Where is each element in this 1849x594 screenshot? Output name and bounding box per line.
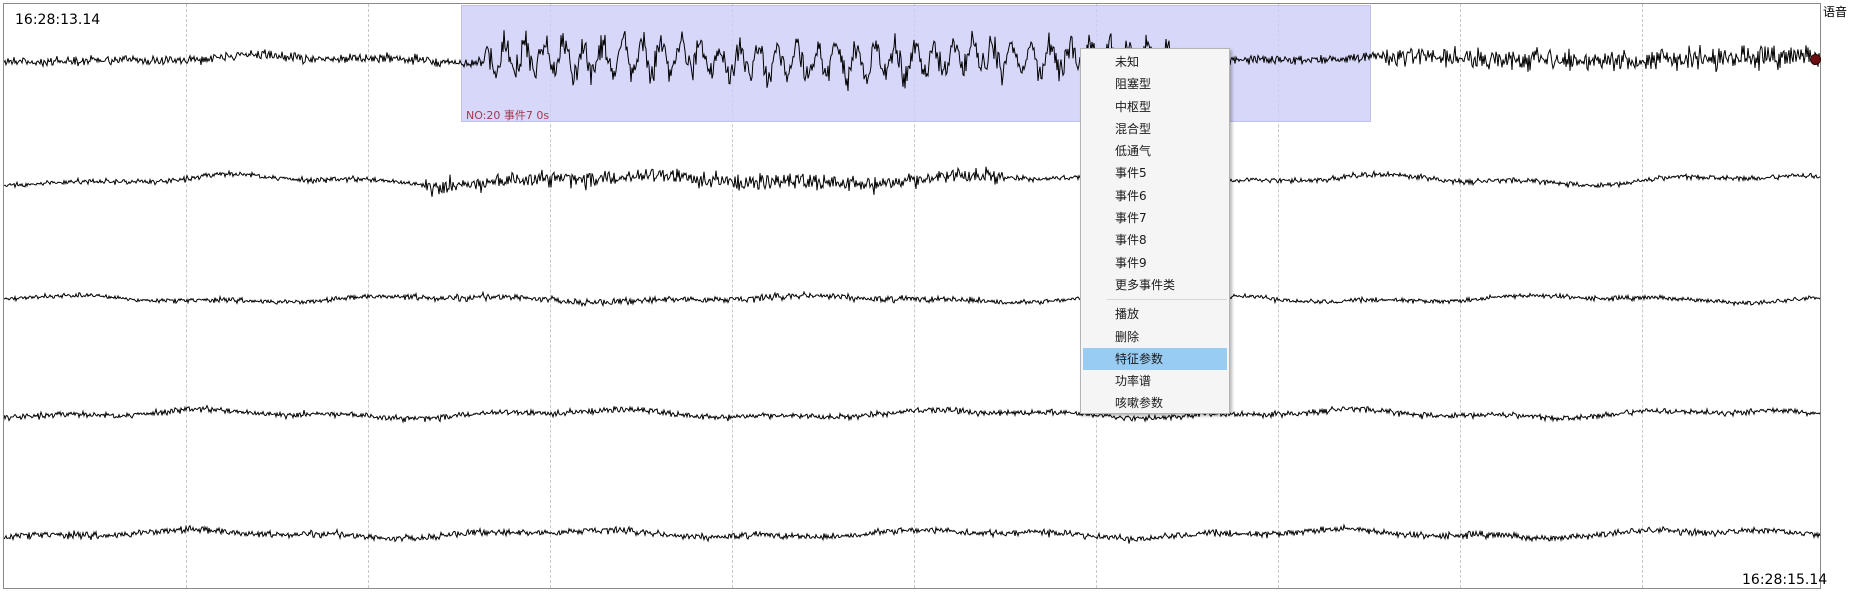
menu-item[interactable]: 删除	[1083, 326, 1227, 348]
menu-item[interactable]: 播放	[1083, 303, 1227, 325]
menu-item[interactable]: 混合型	[1083, 118, 1227, 140]
waveform-plot[interactable]: NO:20 事件7 0s 16:28:13.14 16:28:15.14	[3, 3, 1827, 589]
cursor-marker[interactable]	[1810, 54, 1821, 65]
menu-item[interactable]: 咳嗽参数	[1083, 392, 1227, 414]
context-menu: 未知 阻塞型 中枢型 混合型 低通气 事件5 事件6 事件7 事件8 事件9 更多事件类播放 删除 特征…	[1080, 48, 1230, 414]
menu-item[interactable]: 事件9	[1083, 252, 1227, 274]
start-timestamp: 16:28:13.14	[15, 12, 101, 28]
event-label: NO:20 事件7 0s	[466, 109, 550, 122]
waveform-traces	[4, 30, 1821, 544]
menu-item[interactable]: 中枢型	[1083, 96, 1227, 118]
channel-label-voice: 语音	[1823, 5, 1848, 19]
menu-item[interactable]: 事件8	[1083, 229, 1227, 251]
waveform-trace	[4, 290, 1821, 308]
menu-item[interactable]: 事件6	[1083, 185, 1227, 207]
waveform-trace	[4, 523, 1821, 544]
menu-item[interactable]: 事件5	[1083, 162, 1227, 184]
waveform-trace	[4, 404, 1821, 424]
menu-item[interactable]: 未知	[1083, 51, 1227, 73]
menu-item[interactable]: 特征参数	[1083, 347, 1227, 371]
menu-item[interactable]: 更多事件类	[1083, 274, 1227, 296]
menu-item[interactable]: 功率谱	[1083, 370, 1227, 392]
menu-item[interactable]: 阻塞型	[1083, 73, 1227, 95]
menu-item[interactable]: 事件7	[1083, 207, 1227, 229]
waveform-trace	[4, 30, 1821, 92]
menu-separator	[1107, 299, 1227, 301]
end-timestamp: 16:28:15.14	[1742, 572, 1828, 588]
menu-item[interactable]: 低通气	[1083, 140, 1227, 162]
waveform-trace	[4, 166, 1821, 197]
